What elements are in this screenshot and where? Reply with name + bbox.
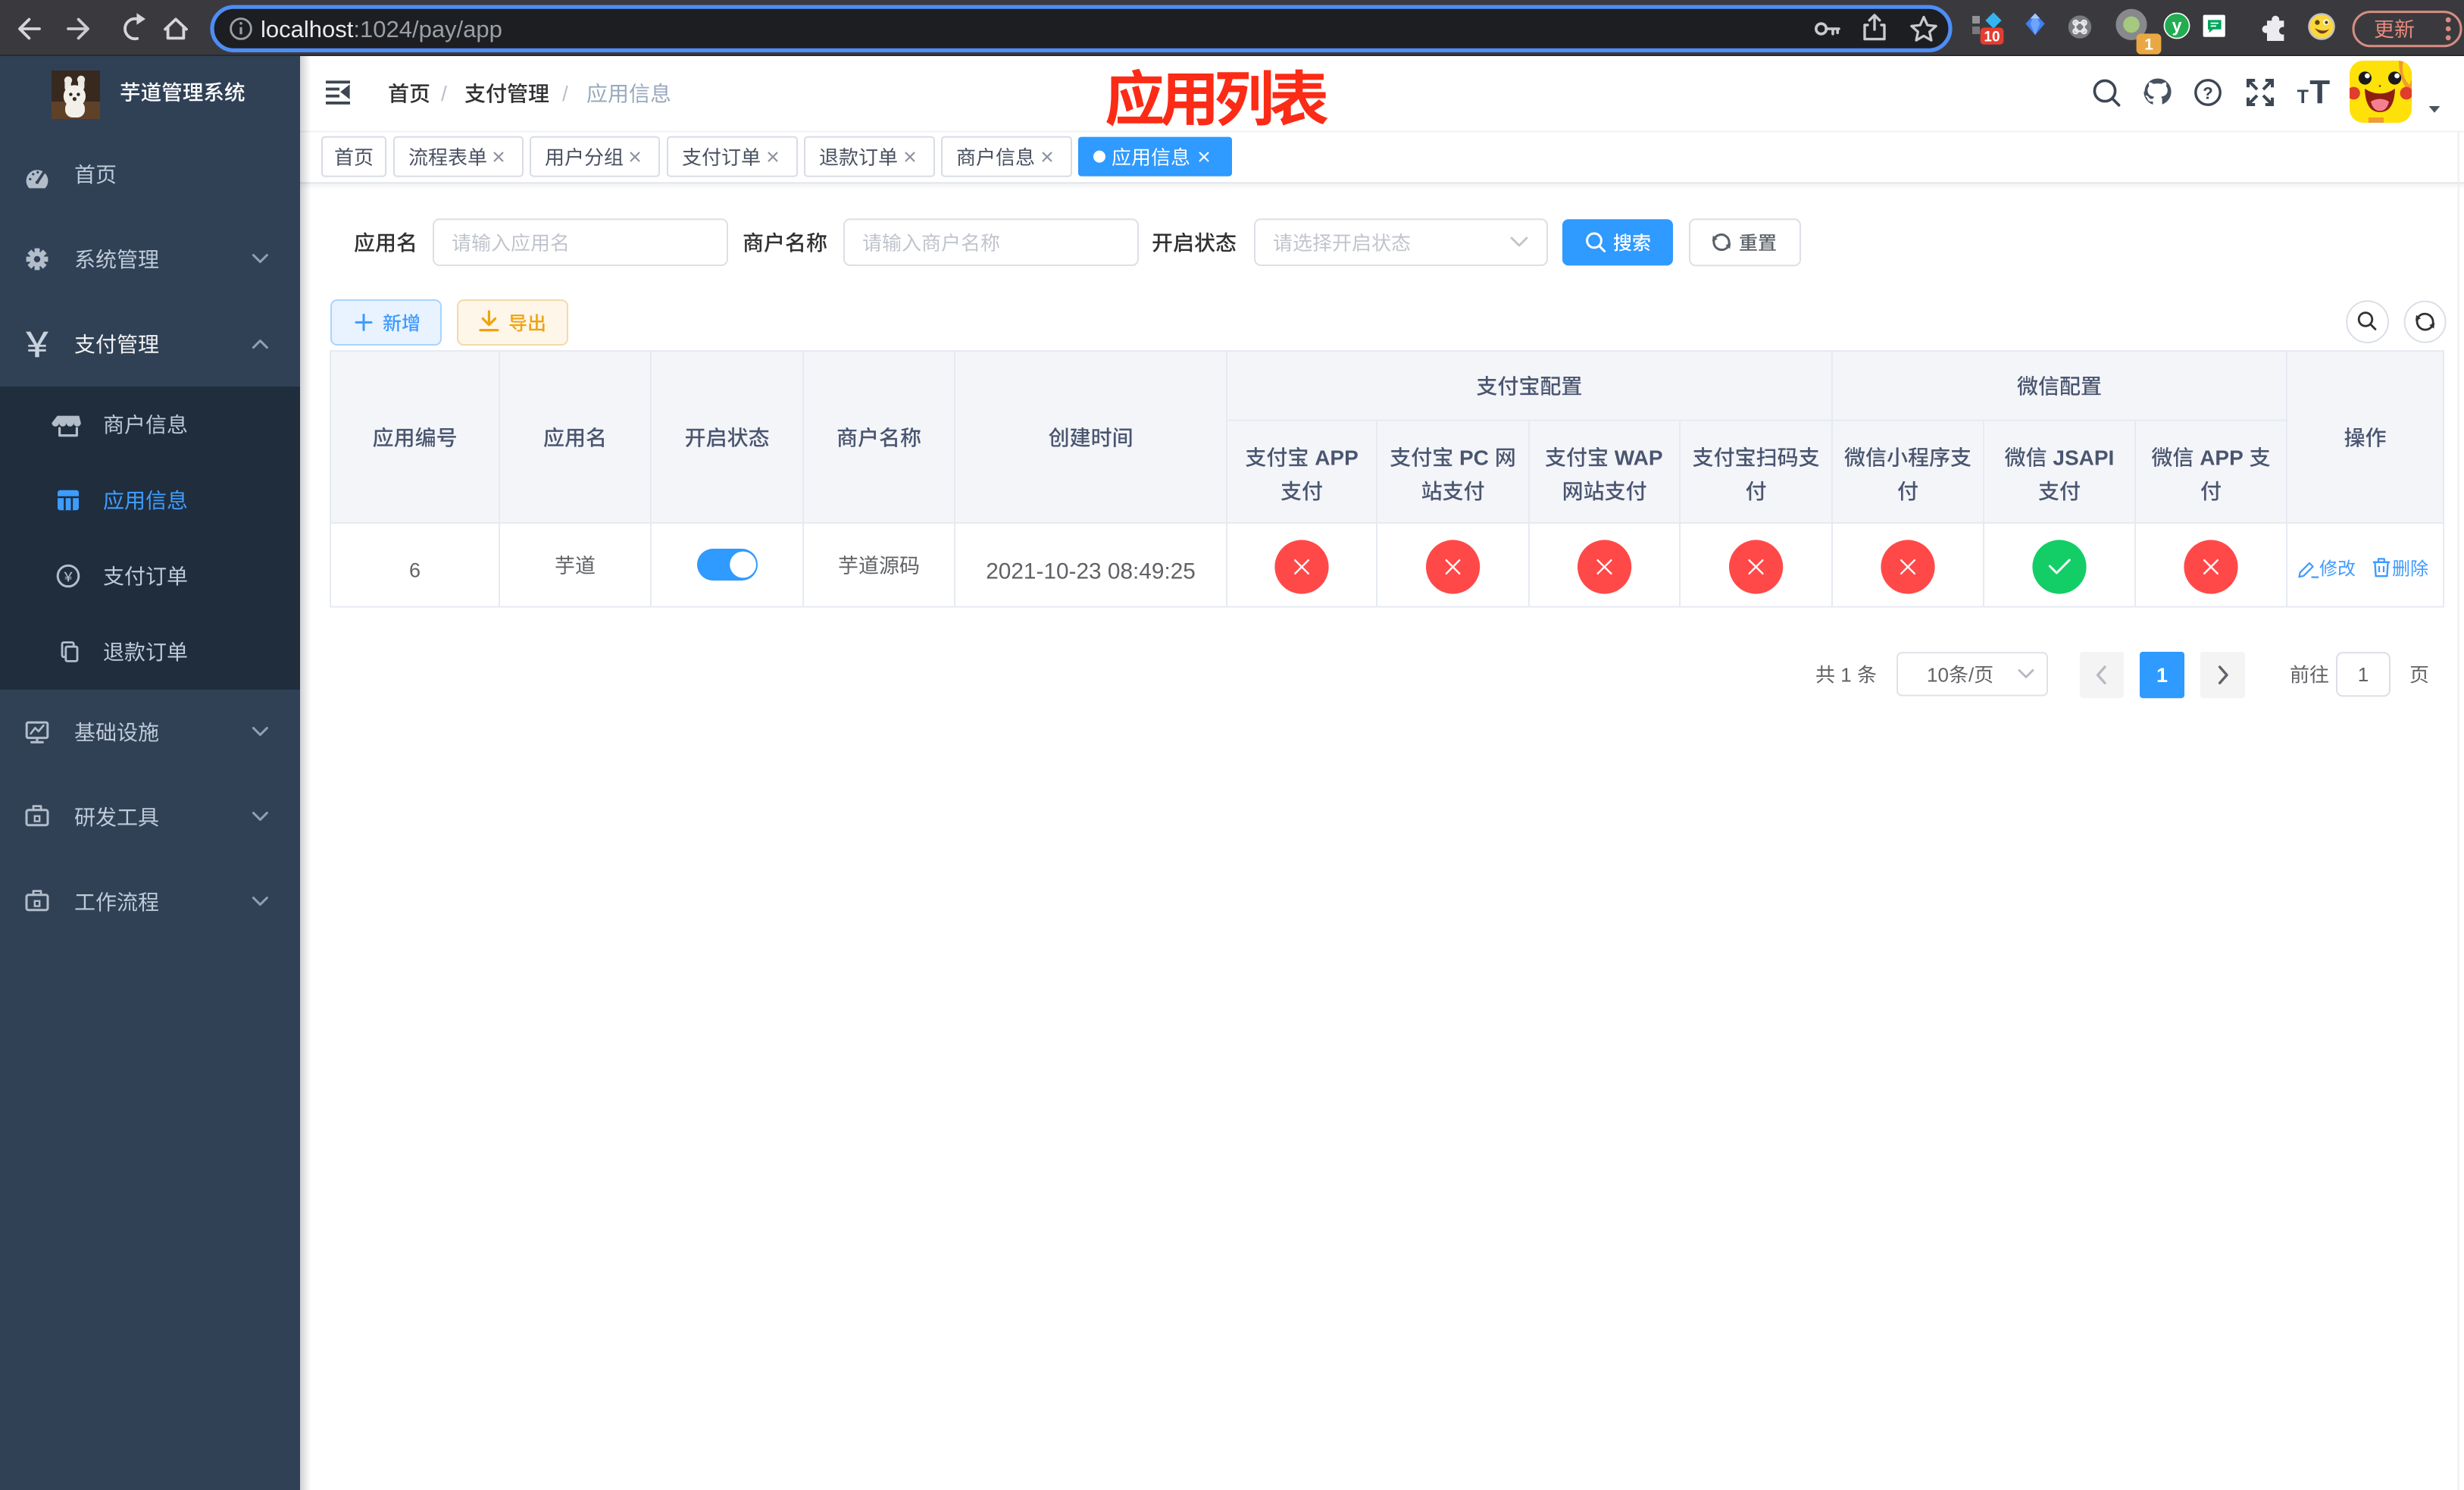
svg-text:1: 1 [1840, 663, 1851, 686]
svg-text:/: / [562, 82, 568, 105]
svg-text:1: 1 [2156, 664, 2168, 687]
svg-text:T: T [2309, 74, 2330, 111]
svg-text:localhost: localhost [261, 16, 354, 42]
svg-text:10: 10 [1984, 29, 2000, 45]
svg-text:?: ? [2203, 83, 2212, 102]
svg-text:T: T [2297, 86, 2309, 108]
svg-text:APP: APP [1315, 446, 1359, 470]
svg-text:1: 1 [2358, 663, 2369, 686]
svg-text:/: / [441, 82, 447, 105]
svg-text::1024/pay/app: :1024/pay/app [353, 16, 502, 42]
svg-text:/: / [1968, 663, 1975, 686]
svg-text:APP: APP [2200, 446, 2244, 470]
svg-text:10: 10 [1927, 663, 1949, 686]
svg-text:2021-10-23 08:49:25: 2021-10-23 08:49:25 [986, 559, 1196, 584]
svg-text:PC: PC [1459, 446, 1489, 470]
svg-text:WAP: WAP [1615, 446, 1663, 470]
svg-text:JSAPI: JSAPI [2053, 446, 2114, 470]
svg-text:6: 6 [409, 559, 421, 582]
svg-text:1: 1 [2144, 36, 2153, 53]
svg-text:y: y [2172, 16, 2182, 36]
